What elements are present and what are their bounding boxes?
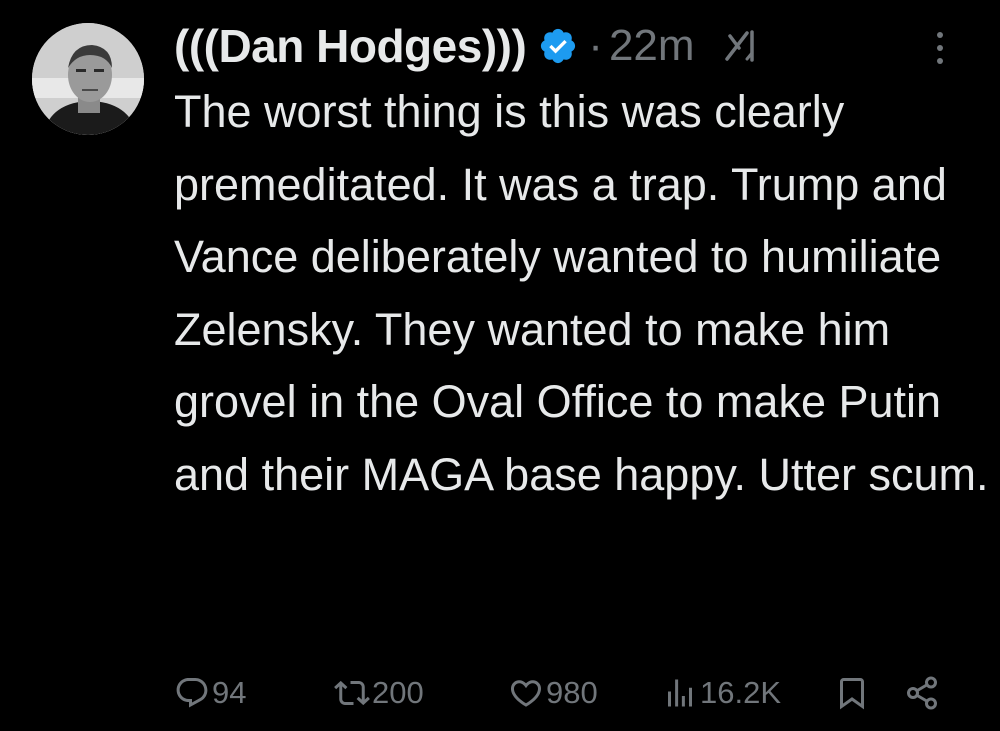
reply-button[interactable]: 94 — [174, 668, 246, 718]
action-bar: 94 200 980 16.2K — [174, 668, 964, 718]
share-button[interactable] — [904, 668, 940, 718]
bookmark-button[interactable] — [834, 668, 870, 718]
grok-icon[interactable] — [721, 26, 761, 66]
reply-icon — [176, 678, 208, 708]
views-icon — [668, 679, 692, 707]
author-name[interactable]: (((Dan Hodges))) — [174, 19, 527, 73]
heart-icon — [510, 680, 542, 707]
more-vertical-icon[interactable] — [930, 30, 950, 66]
meta-separator: · — [588, 21, 603, 70]
reply-count: 94 — [212, 675, 247, 710]
views-count: 16.2K — [700, 675, 782, 710]
like-button[interactable]: 980 — [508, 668, 598, 718]
repost-icon — [334, 680, 370, 706]
timestamp[interactable]: 22m — [609, 21, 695, 71]
views-button[interactable]: 16.2K — [662, 668, 781, 718]
verified-badge-icon[interactable] — [538, 26, 578, 66]
repost-button[interactable]: 200 — [334, 668, 424, 718]
tweet-text: The worst thing is this was clearly prem… — [174, 86, 989, 500]
share-icon — [907, 676, 937, 710]
avatar-photo — [32, 23, 144, 135]
like-count: 980 — [546, 675, 598, 710]
avatar[interactable] — [32, 23, 144, 135]
repost-count: 200 — [372, 675, 424, 710]
bookmark-icon — [840, 678, 864, 710]
tweet-header: (((Dan Hodges))) · 22m — [174, 14, 761, 78]
